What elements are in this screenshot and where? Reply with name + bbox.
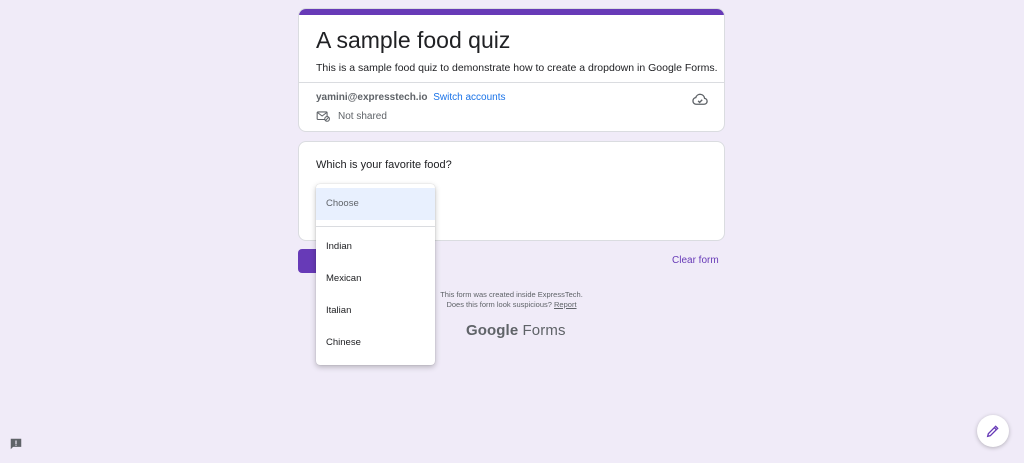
dropdown-option-italian[interactable]: Italian — [316, 295, 435, 327]
form-header-card: A sample food quiz This is a sample food… — [298, 8, 725, 132]
account-line: yamini@expresstech.io Switch accounts — [316, 91, 506, 105]
clear-form-button[interactable]: Clear form — [672, 255, 719, 266]
edit-icon — [986, 425, 999, 438]
report-link[interactable]: Report — [554, 300, 577, 309]
header-divider — [299, 82, 724, 83]
google-forms-logo[interactable]: Google Forms — [466, 322, 566, 339]
share-status: Not shared — [316, 109, 387, 123]
feedback-icon[interactable] — [9, 437, 23, 451]
header-accent-bar — [299, 9, 724, 15]
footer-suspicious-text: Does this form look suspicious? — [446, 300, 552, 309]
dropdown-separator — [316, 226, 435, 227]
logo-forms-text: Forms — [522, 322, 566, 339]
dropdown-option-mexican[interactable]: Mexican — [316, 263, 435, 295]
form-description: This is a sample food quiz to demonstrat… — [316, 62, 718, 74]
switch-accounts-link[interactable]: Switch accounts — [433, 92, 505, 103]
share-status-label: Not shared — [338, 110, 387, 122]
dropdown-option-indian[interactable]: Indian — [316, 231, 435, 263]
cloud-icon[interactable] — [691, 90, 709, 108]
logo-google-text: Google — [466, 322, 519, 339]
form-title: A sample food quiz — [316, 27, 511, 53]
account-email: yamini@expresstech.io — [316, 92, 428, 103]
question-text: Which is your favorite food? — [316, 159, 452, 171]
not-shared-icon — [316, 111, 330, 122]
food-dropdown-menu[interactable]: Choose Indian Mexican Italian Chinese — [316, 184, 435, 365]
edit-button[interactable] — [977, 415, 1009, 447]
dropdown-option-choose[interactable]: Choose — [316, 188, 435, 220]
dropdown-option-chinese[interactable]: Chinese — [316, 327, 435, 359]
